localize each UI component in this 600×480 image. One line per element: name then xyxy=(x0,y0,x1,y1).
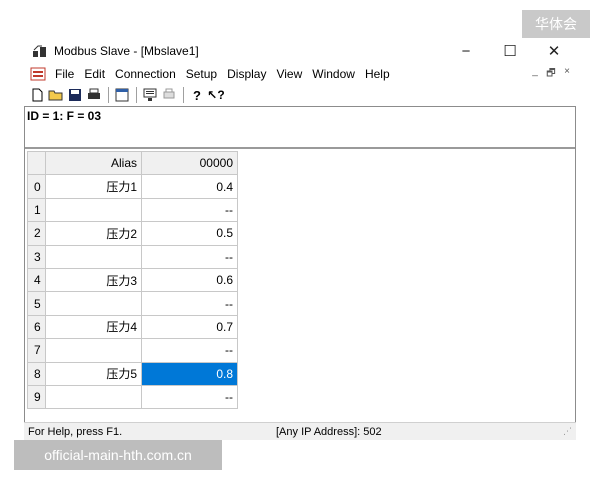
help-icon[interactable]: ? xyxy=(188,86,206,104)
menu-display[interactable]: Display xyxy=(222,67,271,81)
value-cell[interactable]: -- xyxy=(141,338,238,363)
table-row: 1 -- xyxy=(27,197,238,223)
menu-help[interactable]: Help xyxy=(360,67,395,81)
window-title: Modbus Slave - [Mbslave1] xyxy=(54,44,199,58)
printer-icon[interactable] xyxy=(160,86,178,104)
alias-cell[interactable]: 压力4 xyxy=(45,314,142,340)
table-row: 4 压力3 0.6 xyxy=(27,267,238,293)
window-icon[interactable] xyxy=(113,86,131,104)
table-row: 2 压力2 0.5 xyxy=(27,221,238,246)
mdi-minimize-button[interactable]: _ xyxy=(528,66,542,83)
menu-setup[interactable]: Setup xyxy=(181,67,222,81)
table-row: 5 -- xyxy=(27,291,238,316)
menu-connection[interactable]: Connection xyxy=(110,67,181,81)
mdi-restore-button[interactable]: 🗗 xyxy=(544,66,558,83)
table-row: 9 -- xyxy=(27,384,238,410)
title-bar: Modbus Slave - [Mbslave1] − ☐ ✕ xyxy=(24,38,576,64)
document-icon[interactable] xyxy=(30,67,46,81)
value-cell[interactable]: -- xyxy=(141,197,238,223)
close-button[interactable]: ✕ xyxy=(532,38,576,64)
value-cell[interactable]: -- xyxy=(141,384,238,410)
alias-cell[interactable] xyxy=(45,244,142,269)
alias-cell[interactable] xyxy=(45,197,142,223)
alias-cell[interactable]: 压力1 xyxy=(45,174,142,199)
row-header[interactable]: 4 xyxy=(27,267,46,293)
register-table: Alias 00000 0 压力1 0.4 1 -- 2 压力2 0.5 3 -… xyxy=(27,150,238,410)
context-help-icon[interactable]: ↖? xyxy=(207,86,225,104)
column-header-address[interactable]: 00000 xyxy=(141,150,238,176)
alias-cell[interactable] xyxy=(45,291,142,316)
value-cell[interactable]: 0.6 xyxy=(141,267,238,293)
table-row: 3 -- xyxy=(27,244,238,269)
row-header[interactable]: 0 xyxy=(27,174,46,199)
toolbar-separator xyxy=(183,87,184,103)
new-icon[interactable] xyxy=(28,86,46,104)
status-ip-text: [Any IP Address]: 502 xyxy=(276,425,382,438)
status-help-text: For Help, press F1. xyxy=(28,425,123,438)
alias-cell[interactable] xyxy=(45,338,142,363)
alias-cell[interactable] xyxy=(45,384,142,410)
row-header[interactable]: 1 xyxy=(27,197,46,223)
row-header[interactable]: 5 xyxy=(27,291,46,316)
value-cell[interactable]: 0.5 xyxy=(141,221,238,246)
value-cell[interactable]: -- xyxy=(141,244,238,269)
row-header[interactable]: 3 xyxy=(27,244,46,269)
alias-cell[interactable]: 压力5 xyxy=(45,361,142,386)
menu-window[interactable]: Window xyxy=(307,67,360,81)
value-cell[interactable]: 0.7 xyxy=(141,314,238,340)
id-function-label: ID = 1: F = 03 xyxy=(27,109,102,123)
alias-cell[interactable]: 压力3 xyxy=(45,267,142,293)
app-window: Modbus Slave - [Mbslave1] − ☐ ✕ File Edi… xyxy=(24,38,576,440)
grid-corner[interactable] xyxy=(27,150,46,176)
table-row: 8 压力5 0.8 xyxy=(27,361,238,386)
monitor-icon[interactable] xyxy=(141,86,159,104)
open-icon[interactable] xyxy=(47,86,65,104)
row-header[interactable]: 2 xyxy=(27,221,46,246)
value-cell-selected[interactable]: 0.8 xyxy=(141,361,238,386)
menu-file[interactable]: File xyxy=(50,67,79,81)
menu-bar: File Edit Connection Setup Display View … xyxy=(24,64,576,84)
row-header[interactable]: 8 xyxy=(27,361,46,386)
watermark-top: 华体会 xyxy=(522,10,590,38)
app-icon xyxy=(32,44,48,58)
minimize-button[interactable]: − xyxy=(444,38,488,64)
value-cell[interactable]: 0.4 xyxy=(141,174,238,199)
print-icon[interactable] xyxy=(85,86,103,104)
menu-view[interactable]: View xyxy=(271,67,307,81)
row-header[interactable]: 7 xyxy=(27,338,46,363)
maximize-button[interactable]: ☐ xyxy=(488,38,532,64)
table-row: 6 压力4 0.7 xyxy=(27,314,238,340)
menu-edit[interactable]: Edit xyxy=(79,67,110,81)
resize-grip-icon[interactable]: ⋰ xyxy=(563,426,572,437)
row-header[interactable]: 6 xyxy=(27,314,46,340)
toolbar: ? ↖? xyxy=(24,84,244,106)
table-row: 7 -- xyxy=(27,338,238,363)
save-icon[interactable] xyxy=(66,86,84,104)
alias-cell[interactable]: 压力2 xyxy=(45,221,142,246)
toolbar-separator xyxy=(108,87,109,103)
value-cell[interactable]: -- xyxy=(141,291,238,316)
register-grid-area: Alias 00000 0 压力1 0.4 1 -- 2 压力2 0.5 3 -… xyxy=(25,147,575,429)
mdi-close-button[interactable]: × xyxy=(560,66,574,83)
document-pane: ID = 1: F = 03 Alias 00000 0 压力1 0.4 1 -… xyxy=(24,106,576,430)
toolbar-separator xyxy=(136,87,137,103)
table-row: 0 压力1 0.4 xyxy=(27,174,238,199)
watermark-bottom: official-main-hth.com.cn xyxy=(14,440,222,470)
row-header[interactable]: 9 xyxy=(27,384,46,410)
status-bar: For Help, press F1. [Any IP Address]: 50… xyxy=(24,422,576,440)
column-header-alias[interactable]: Alias xyxy=(45,150,142,176)
